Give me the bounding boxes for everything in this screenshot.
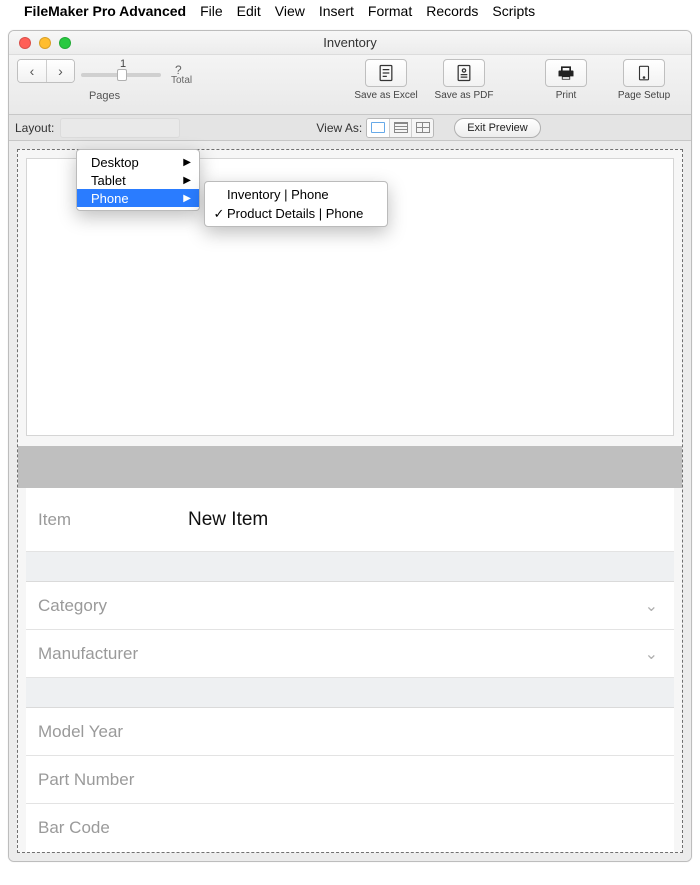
page-nav-buttons: ‹ › bbox=[17, 59, 75, 83]
submenu-arrow-icon: ▶ bbox=[183, 157, 191, 168]
menu-scripts[interactable]: Scripts bbox=[492, 3, 535, 19]
model-year-label: Model Year bbox=[38, 722, 188, 742]
layout-menu-item-label: Desktop bbox=[91, 155, 139, 170]
layout-submenu: Inventory | Phone ✓ Product Details | Ph… bbox=[204, 181, 388, 227]
pages-label: Pages bbox=[89, 90, 120, 102]
item-value[interactable]: New Item bbox=[188, 509, 662, 531]
app-menu[interactable]: FileMaker Pro Advanced bbox=[24, 3, 186, 19]
window-controls bbox=[19, 37, 71, 49]
manufacturer-label: Manufacturer bbox=[38, 644, 188, 664]
save-as-excel-label: Save as Excel bbox=[354, 90, 417, 101]
layout-menu-item-label: Phone bbox=[91, 191, 129, 206]
window-title: Inventory bbox=[9, 35, 691, 50]
page-setup-button[interactable]: Page Setup bbox=[611, 59, 677, 101]
category-row[interactable]: Category ⌄ bbox=[26, 582, 674, 630]
page-setup-icon bbox=[623, 59, 665, 87]
layout-preview-frame: Item New Item Category ⌄ Manufacturer ⌄ … bbox=[17, 149, 683, 853]
exit-preview-button[interactable]: Exit Preview bbox=[454, 118, 541, 138]
minimize-window-button[interactable] bbox=[39, 37, 51, 49]
layout-label: Layout: bbox=[15, 121, 54, 135]
form-rows: Item New Item Category ⌄ Manufacturer ⌄ … bbox=[26, 488, 674, 852]
save-as-pdf-button[interactable]: Save as PDF bbox=[431, 59, 497, 101]
menu-view[interactable]: View bbox=[275, 3, 305, 19]
bar-code-label: Bar Code bbox=[38, 818, 188, 838]
submenu-item-product-details-phone[interactable]: ✓ Product Details | Phone bbox=[205, 204, 387, 223]
excel-icon bbox=[365, 59, 407, 87]
submenu-item-inventory-phone[interactable]: Inventory | Phone bbox=[205, 185, 387, 204]
toolbar: ‹ › 1 ? Total Pages S bbox=[9, 55, 691, 115]
model-year-row[interactable]: Model Year bbox=[26, 708, 674, 756]
app-window: Inventory ‹ › 1 ? Total Pa bbox=[8, 30, 692, 862]
chevron-down-icon: ⌄ bbox=[645, 644, 662, 664]
submenu-arrow-icon: ▶ bbox=[183, 193, 191, 204]
close-window-button[interactable] bbox=[19, 37, 31, 49]
manufacturer-row[interactable]: Manufacturer ⌄ bbox=[26, 630, 674, 678]
print-label: Print bbox=[556, 90, 577, 101]
menu-edit[interactable]: Edit bbox=[237, 3, 261, 19]
view-as-table-button[interactable] bbox=[411, 119, 433, 137]
print-button[interactable]: Print bbox=[533, 59, 599, 101]
layout-menu-item-phone[interactable]: Phone ▶ bbox=[77, 189, 199, 207]
page-nav-group: ‹ › 1 ? Total Pages bbox=[17, 59, 192, 102]
part-number-label: Part Number bbox=[38, 770, 188, 790]
view-as-label: View As: bbox=[316, 121, 362, 135]
view-as-group: View As: bbox=[316, 118, 434, 138]
view-as-form-button[interactable] bbox=[367, 119, 389, 137]
view-as-list-button[interactable] bbox=[389, 119, 411, 137]
part-number-row[interactable]: Part Number bbox=[26, 756, 674, 804]
save-as-excel-button[interactable]: Save as Excel bbox=[353, 59, 419, 101]
total-count-label: Total bbox=[171, 75, 192, 86]
content-area: Item New Item Category ⌄ Manufacturer ⌄ … bbox=[9, 141, 691, 861]
form-view-icon bbox=[371, 122, 385, 133]
menu-format[interactable]: Format bbox=[368, 3, 412, 19]
page-setup-label: Page Setup bbox=[618, 90, 670, 101]
submenu-item-label: Product Details | Phone bbox=[227, 206, 363, 221]
layout-bar: Layout: View As: Exit Preview bbox=[9, 115, 691, 141]
printer-icon bbox=[545, 59, 587, 87]
layout-menu: Desktop ▶ Tablet ▶ Phone ▶ bbox=[76, 149, 200, 211]
item-label: Item bbox=[38, 510, 188, 530]
menu-insert[interactable]: Insert bbox=[319, 3, 354, 19]
bar-code-row[interactable]: Bar Code bbox=[26, 804, 674, 852]
checkmark-icon: ✓ bbox=[211, 206, 227, 222]
prev-page-button[interactable]: ‹ bbox=[18, 60, 46, 82]
header-band bbox=[18, 446, 682, 488]
page-slider-thumb[interactable] bbox=[117, 69, 127, 81]
table-view-icon bbox=[416, 122, 430, 133]
menu-records[interactable]: Records bbox=[426, 3, 478, 19]
pdf-icon bbox=[443, 59, 485, 87]
item-row: Item New Item bbox=[26, 488, 674, 552]
next-page-button[interactable]: › bbox=[46, 60, 74, 82]
submenu-item-label: Inventory | Phone bbox=[227, 187, 329, 202]
layout-dropdown[interactable] bbox=[60, 118, 180, 138]
save-as-pdf-label: Save as PDF bbox=[435, 90, 494, 101]
titlebar: Inventory bbox=[9, 31, 691, 55]
spacer-row-2 bbox=[26, 678, 674, 708]
submenu-arrow-icon: ▶ bbox=[183, 175, 191, 186]
list-view-icon bbox=[394, 122, 408, 133]
layout-menu-item-desktop[interactable]: Desktop ▶ bbox=[77, 153, 199, 171]
layout-menu-item-tablet[interactable]: Tablet ▶ bbox=[77, 171, 199, 189]
zoom-window-button[interactable] bbox=[59, 37, 71, 49]
menu-file[interactable]: File bbox=[200, 3, 223, 19]
macos-menubar: FileMaker Pro Advanced File Edit View In… bbox=[0, 0, 700, 22]
category-label: Category bbox=[38, 596, 188, 616]
chevron-down-icon: ⌄ bbox=[645, 596, 662, 616]
spacer-row-1 bbox=[26, 552, 674, 582]
layout-menu-item-label: Tablet bbox=[91, 173, 126, 188]
